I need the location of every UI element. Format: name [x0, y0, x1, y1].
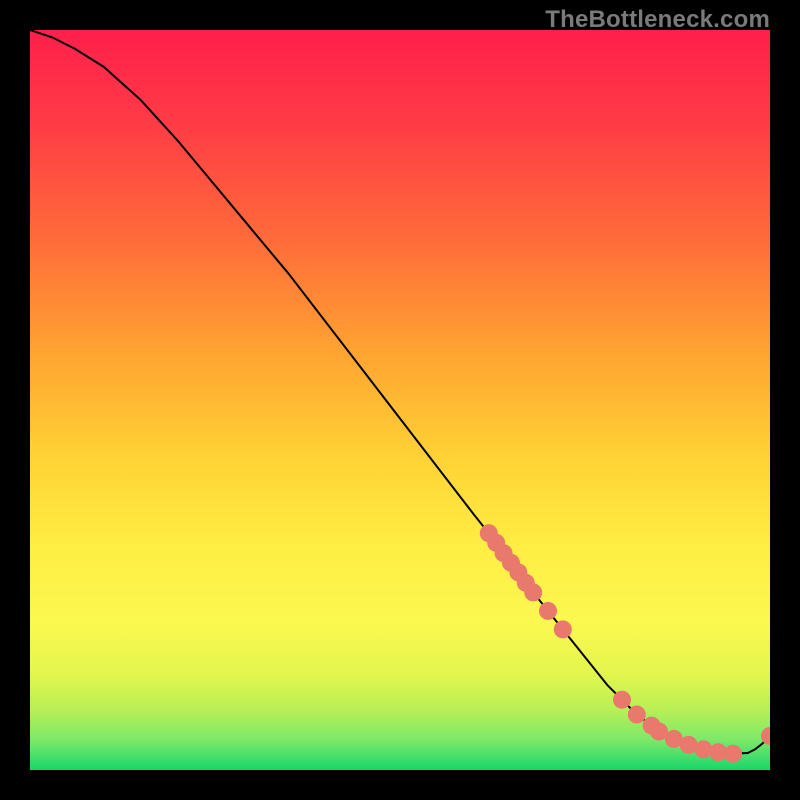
data-point	[613, 691, 631, 709]
chart-svg	[30, 30, 770, 770]
data-point	[539, 602, 557, 620]
chart-stage: TheBottleneck.com	[0, 0, 800, 800]
data-point	[554, 620, 572, 638]
data-point	[724, 745, 742, 763]
data-point	[524, 583, 542, 601]
gradient-background	[30, 30, 770, 770]
data-point	[694, 740, 712, 758]
chart-plot-area	[30, 30, 770, 770]
data-point	[628, 706, 646, 724]
